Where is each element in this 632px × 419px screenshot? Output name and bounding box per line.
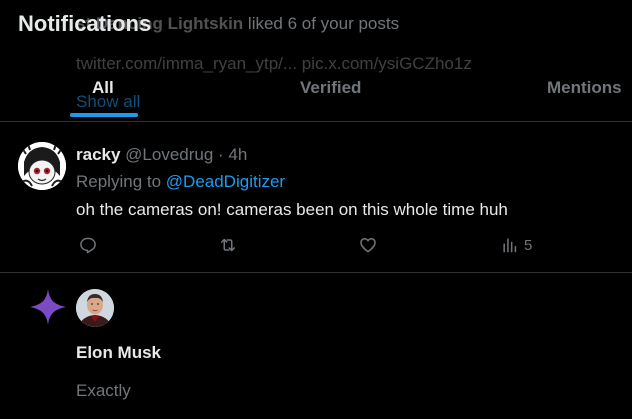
avatar[interactable] (18, 142, 66, 190)
repost-button[interactable] (218, 234, 238, 256)
tweet-handle-time[interactable]: @Lovedrug · 4h (125, 145, 247, 164)
avatar[interactable] (76, 289, 114, 327)
tweet-text: oh the cameras on! cameras been on this … (76, 200, 508, 219)
header-divider (0, 121, 632, 122)
notification-author-name[interactable]: Elon Musk (76, 343, 161, 363)
notifications-page: st Dancing Lightskin liked 6 of your pos… (0, 0, 632, 419)
ghost-notification-links: twitter.com/imma_ryan_ytp/... pic.x.com/… (76, 54, 472, 73)
ghost-notification-action: liked 6 of your posts (247, 14, 400, 33)
tab-active-indicator (70, 113, 138, 117)
reply-button[interactable] (78, 234, 98, 256)
tab-verified[interactable]: Verified (300, 78, 361, 98)
elon-avatar-drawing (76, 289, 114, 327)
views-count: 5 (524, 236, 533, 254)
tweet-header: racky @Lovedrug · 4h (76, 145, 247, 165)
views-button[interactable]: 5 (500, 234, 532, 256)
sparkle-icon (30, 289, 66, 325)
replying-to-mention[interactable]: @DeadDigitizer (166, 172, 285, 191)
heart-icon (360, 238, 376, 253)
views-chart-icon (503, 238, 517, 253)
racky-avatar-drawing (18, 142, 66, 190)
tweet-divider (0, 272, 632, 273)
replying-to-line: Replying to @DeadDigitizer (76, 172, 285, 192)
repost-icon (221, 238, 235, 252)
notification-text: Exactly (76, 381, 131, 400)
reply-icon (80, 237, 96, 254)
tweet-author-name[interactable]: racky (76, 145, 120, 164)
replying-to-prefix: Replying to (76, 172, 166, 191)
tab-all[interactable]: All (92, 78, 114, 98)
page-title: Notifications (18, 11, 152, 36)
like-button[interactable] (358, 234, 378, 256)
tab-mentions[interactable]: Mentions (547, 78, 622, 98)
